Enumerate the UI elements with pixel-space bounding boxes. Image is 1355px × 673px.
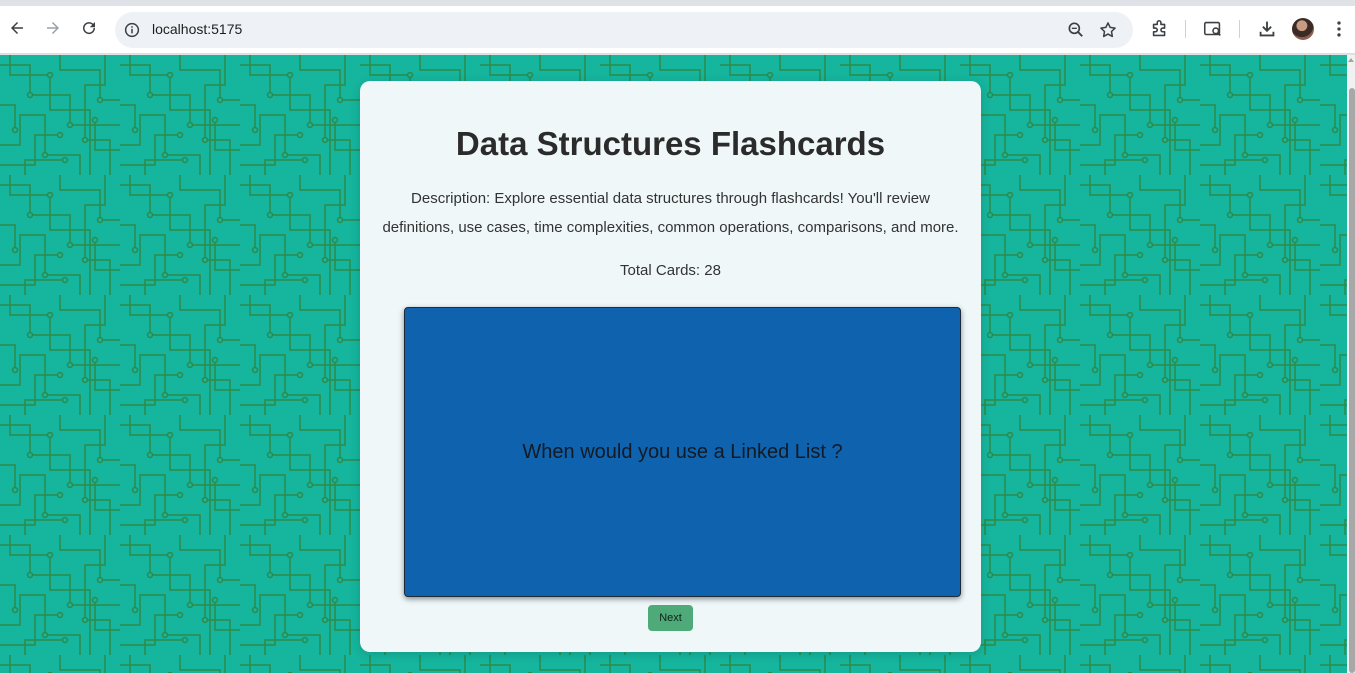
- toolbar-divider: [1185, 20, 1186, 38]
- download-icon[interactable]: [1256, 18, 1278, 40]
- zoom-icon[interactable]: [1066, 20, 1086, 40]
- page-viewport: Data Structures Flashcards Description: …: [0, 55, 1347, 673]
- scrollbar-thumb[interactable]: [1349, 88, 1355, 673]
- total-cards-label: Total Cards:: [620, 262, 701, 279]
- extensions-icon[interactable]: [1149, 18, 1171, 40]
- total-cards: Total Cards: 28: [360, 262, 981, 279]
- forward-icon[interactable]: [41, 16, 65, 40]
- page-title: Data Structures Flashcards: [455, 125, 886, 162]
- site-info-icon[interactable]: [123, 21, 141, 39]
- flashcard-app-panel: Data Structures Flashcards Description: …: [360, 81, 981, 652]
- app-description: Description: Explore essential data stru…: [382, 190, 959, 236]
- tab-search-icon[interactable]: [1202, 18, 1224, 40]
- flashcard-question: When would you use a Linked List ?: [522, 440, 843, 463]
- back-icon[interactable]: [5, 16, 29, 40]
- address-bar[interactable]: localhost:5175: [115, 12, 1133, 48]
- reload-icon[interactable]: [77, 16, 101, 40]
- browser-toolbar: localhost:5175: [0, 6, 1355, 54]
- flashcard[interactable]: When would you use a Linked List ?: [404, 307, 961, 597]
- scroll-up-arrow-icon[interactable]: [1348, 58, 1354, 62]
- bookmark-star-icon[interactable]: [1098, 20, 1118, 40]
- profile-avatar[interactable]: [1292, 18, 1314, 40]
- url-text: localhost:5175: [152, 21, 243, 37]
- next-button[interactable]: Next: [648, 605, 693, 631]
- toolbar-divider: [1239, 20, 1240, 38]
- total-cards-count: 28: [704, 262, 721, 279]
- menu-icon[interactable]: [1328, 18, 1350, 40]
